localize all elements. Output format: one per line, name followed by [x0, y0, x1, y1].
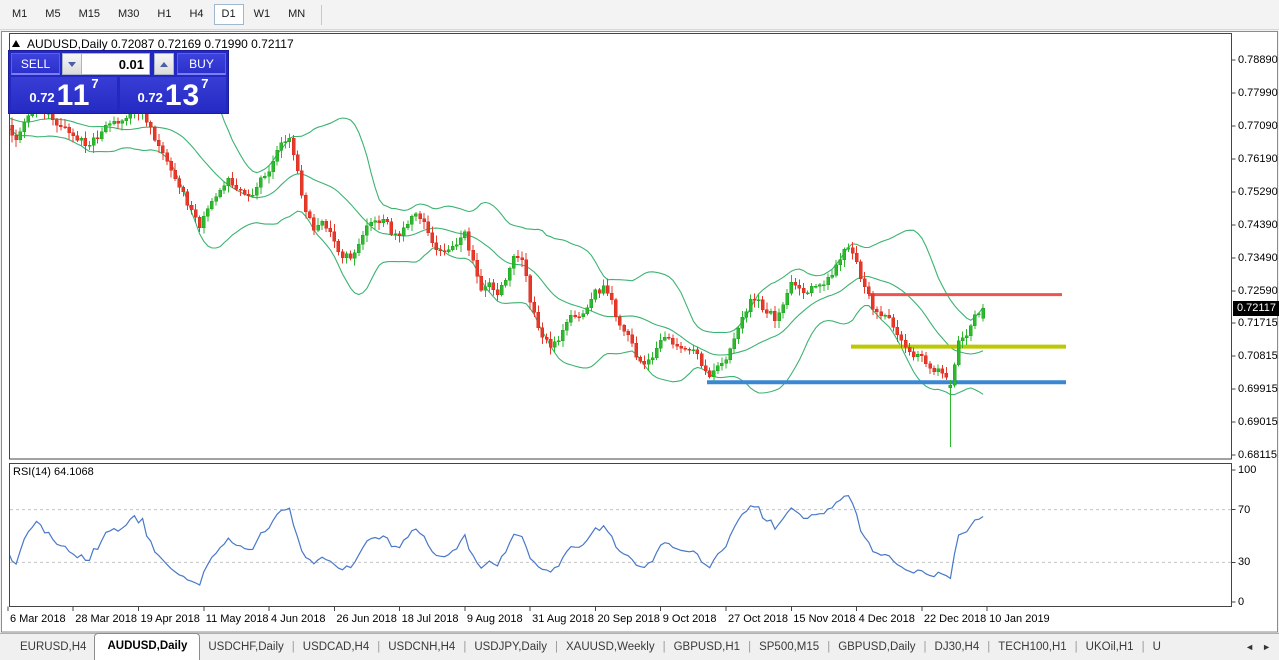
chart-tab-usdcnh-h4[interactable]: USDCNH,H4 — [380, 635, 463, 660]
chart-tab-usdcad-h4[interactable]: USDCAD,H4 — [295, 635, 377, 660]
price-axis-label: 0.69915 — [1238, 383, 1278, 395]
date-axis-label: 15 Nov 2018 — [793, 613, 856, 625]
rsi-indicator-label: RSI(14) 64.1068 — [13, 466, 94, 478]
timeframe-button-mn[interactable]: MN — [280, 4, 313, 25]
chart-title: AUDUSD,Daily 0.72087 0.72169 0.71990 0.7… — [27, 37, 294, 51]
buy-price-prefix: 0.72 — [137, 90, 163, 105]
timeframe-button-h1[interactable]: H1 — [149, 4, 179, 25]
chart-tab-ukoil-h1[interactable]: UKOil,H1 — [1078, 635, 1142, 660]
rsi-axis-label: 30 — [1238, 556, 1251, 569]
date-axis-label: 22 Dec 2018 — [923, 613, 987, 625]
timeframe-button-m30[interactable]: M30 — [110, 4, 147, 25]
current-price-tag: 0.72117 — [1233, 300, 1279, 316]
price-axis-label: 0.72590 — [1238, 284, 1278, 297]
price-axis-label: 0.74390 — [1238, 218, 1278, 231]
triangle-up-icon — [160, 61, 168, 67]
buy-price-pipette: 7 — [201, 76, 209, 91]
chart-tab-bar: EURUSD,H4 AUDUSD,Daily USDCHF,Daily | USDCAD… — [0, 633, 1279, 660]
date-axis-label: 26 Jun 2018 — [336, 613, 397, 625]
date-axis-label: 4 Dec 2018 — [858, 613, 915, 625]
date-axis-label: 31 Aug 2018 — [532, 613, 594, 625]
date-axis-label: 18 Jul 2018 — [401, 613, 459, 625]
price-axis-label: 0.71715 — [1238, 317, 1278, 330]
chart-tab-dj30-h4[interactable]: DJ30,H4 — [927, 635, 988, 660]
sell-button[interactable]: SELL — [11, 53, 60, 75]
price-axis-label: 0.73490 — [1238, 251, 1278, 264]
sell-price-prefix: 0.72 — [29, 90, 55, 105]
date-axis-label: 6 Mar 2018 — [9, 613, 66, 625]
chart-tab-sp500-m15[interactable]: SP500,M15 — [751, 635, 827, 660]
date-axis-label: 27 Oct 2018 — [728, 613, 788, 625]
chart-tab-gbpusd-daily[interactable]: GBPUSD,Daily — [830, 635, 923, 660]
chart-tab-audusd-daily[interactable]: AUDUSD,Daily — [94, 633, 201, 660]
rsi-axis-label: 0 — [1238, 596, 1245, 608]
date-axis-label: 11 May 2018 — [205, 613, 269, 625]
timeframe-toolbar: M1 M5 M15 M30 H1 H4 D1 W1 MN — [0, 0, 1279, 30]
date-axis-label: 4 Jun 2018 — [271, 613, 326, 625]
price-axis-label: 0.69015 — [1238, 416, 1278, 428]
timeframe-button-group: M1 M5 M15 M30 H1 H4 D1 W1 MN — [3, 4, 314, 25]
timeframe-button-m5[interactable]: M5 — [37, 4, 68, 25]
buy-price-big-digits: 13 — [164, 79, 201, 112]
lot-decrease-button[interactable] — [62, 53, 82, 75]
date-axis-label: 9 Aug 2018 — [466, 613, 523, 625]
buy-button[interactable]: BUY — [177, 53, 226, 75]
collapse-panel-icon[interactable] — [12, 40, 20, 47]
price-axis-label: 0.76190 — [1238, 152, 1278, 165]
date-axis-label: 20 Sep 2018 — [597, 613, 660, 625]
chart-tab-u[interactable]: U — [1145, 635, 1169, 660]
timeframe-button-m15[interactable]: M15 — [71, 4, 108, 25]
timeframe-button-d1[interactable]: D1 — [213, 4, 244, 25]
mt-terminal: { "toolbar": { "timeframes": [ {"label":… — [0, 0, 1279, 660]
price-axis-label: 0.68115 — [1238, 449, 1277, 461]
sell-price-pipette: 7 — [91, 76, 99, 91]
trade-panel-price-row: 0.72 11 7 0.72 13 7 — [11, 76, 226, 112]
one-click-trading-panel: SELL 0.01 BUY 0.72 11 7 0.72 13 7 — [8, 50, 229, 114]
date-axis-label: 10 Jan 2019 — [989, 613, 1050, 625]
timeframe-button-m1[interactable]: M1 — [4, 4, 35, 25]
chart-tab-gbpusd-h1[interactable]: GBPUSD,H1 — [666, 635, 748, 660]
date-axis-label: 19 Apr 2018 — [140, 613, 200, 625]
rsi-axis-label: 100 — [1238, 464, 1257, 476]
price-axis-label: 0.70815 — [1238, 350, 1278, 363]
price-axis-label: 0.77090 — [1238, 119, 1278, 132]
trade-panel-top-row: SELL 0.01 BUY — [11, 53, 226, 75]
timeframe-button-w1[interactable]: W1 — [246, 4, 279, 25]
triangle-down-icon — [68, 61, 76, 67]
price-axis-label: 0.75290 — [1238, 185, 1278, 198]
lot-size-input[interactable]: 0.01 — [82, 53, 150, 75]
toolbar-separator — [321, 4, 323, 25]
rsi-axis-label: 70 — [1238, 503, 1251, 516]
tab-scroll-left-icon[interactable]: ◄ — [1245, 643, 1254, 652]
lot-increase-button[interactable] — [154, 53, 174, 75]
chart-tab-usdchf-daily[interactable]: USDCHF,Daily — [200, 635, 291, 660]
chart-tab-eurusd-h4[interactable]: EURUSD,H4 — [12, 635, 94, 660]
chart-tab-usdjpy-daily[interactable]: USDJPY,Daily — [466, 635, 555, 660]
buy-price-button[interactable]: 0.72 13 7 — [120, 76, 226, 112]
sell-price-button[interactable]: 0.72 11 7 — [11, 76, 117, 112]
date-axis-label: 28 Mar 2018 — [75, 613, 137, 625]
timeframe-button-h4[interactable]: H4 — [181, 4, 211, 25]
tab-scroll-right-icon[interactable]: ► — [1262, 643, 1271, 652]
chart-tab-xauusd-weekly[interactable]: XAUUSD,Weekly — [558, 635, 663, 660]
chart-tab-tech100-h1[interactable]: TECH100,H1 — [990, 635, 1074, 660]
rsi-pane-area[interactable] — [10, 464, 1231, 606]
date-axis-label: 9 Oct 2018 — [662, 613, 717, 625]
sell-price-big-digits: 11 — [56, 79, 91, 112]
chart-tabs: EURUSD,H4 AUDUSD,Daily USDCHF,Daily | USDCAD… — [12, 633, 1169, 660]
price-axis-label: 0.77990 — [1238, 86, 1278, 99]
tab-scroll-controls: ◄ ► — [1245, 643, 1279, 660]
price-axis-label: 0.78890 — [1238, 53, 1278, 66]
